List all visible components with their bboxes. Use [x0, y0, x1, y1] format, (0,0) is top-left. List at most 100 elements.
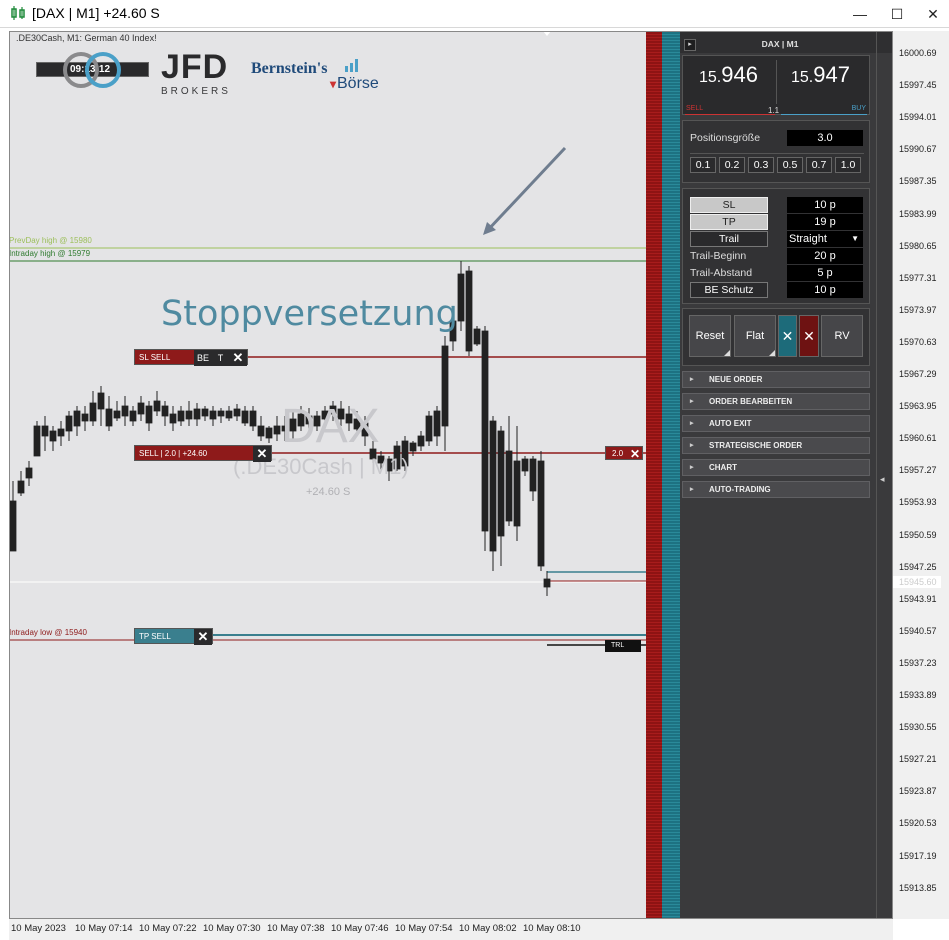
sl-value-input[interactable]: 10 p — [787, 197, 863, 213]
sl-sell-tag[interactable]: SL SELL BE T ✕ — [134, 349, 248, 366]
candle-body — [409, 442, 417, 452]
window-title: [DAX | M1] +24.60 S — [32, 5, 160, 21]
reverse-button[interactable]: RV — [821, 315, 863, 357]
price-tick-label: 15933.89 — [899, 690, 937, 700]
section-auto-exit[interactable]: ▸ AUTO EXIT — [682, 415, 870, 432]
price-tick-label: 15950.59 — [899, 529, 937, 540]
price-tick-label: 15983.99 — [899, 208, 937, 219]
right-size-tag[interactable]: 2.0 ✕ — [605, 446, 643, 461]
be-protection-input[interactable]: 10 p — [787, 282, 863, 298]
candle-body — [169, 413, 177, 424]
price-tick-label: 15943.91 — [899, 593, 937, 604]
candle-body — [137, 402, 145, 415]
candle-body — [225, 410, 233, 419]
time-tick-label: 10 May 07:38 — [267, 923, 325, 934]
be-button[interactable]: BE — [194, 350, 212, 366]
candle-body — [537, 460, 545, 567]
price-tick-label: 15937.23 — [899, 657, 937, 668]
quick-size-0-3[interactable]: 0.3 — [748, 157, 774, 173]
quote-box: 15.946 15.947 SELL 1.1 BUY — [682, 55, 870, 115]
price-tick-label: 15940.57 — [899, 625, 937, 636]
trail-toggle-button[interactable]: Trail — [690, 231, 768, 247]
time-tick-label: 10 May 07:46 — [331, 923, 389, 934]
maximize-button[interactable]: ☐ — [882, 4, 912, 24]
tp-sell-tag[interactable]: TP SELL ✕ — [134, 628, 213, 645]
quick-size-0-2[interactable]: 0.2 — [719, 157, 745, 173]
flat-corner-icon — [769, 350, 775, 356]
close-button[interactable]: ✕ — [918, 4, 948, 24]
tp-toggle-button[interactable]: TP — [690, 214, 768, 230]
panel-header: ▸ DAX | M1 — [680, 31, 893, 53]
candle-body — [89, 402, 97, 422]
price-tick-label: 15997.45 — [899, 80, 937, 91]
section-chart[interactable]: ▸ CHART — [682, 459, 870, 476]
candle-body — [465, 270, 473, 352]
sell-close-icon[interactable]: ✕ — [253, 446, 271, 462]
price-axis[interactable]: 16000.69 15997.45 15994.01 15990.67 15987.35… — [893, 31, 949, 919]
bernstein-logo-text: Bernstein's — [251, 60, 328, 77]
section-neue-order[interactable]: ▸ NEUE ORDER — [682, 371, 870, 388]
price-tick-label: 15957.27 — [899, 465, 937, 476]
time-tick-label: 10 May 07:14 — [75, 923, 133, 934]
position-size-label: Positionsgröße — [690, 132, 761, 144]
quick-size-0-5[interactable]: 0.5 — [777, 157, 803, 173]
candle-body — [105, 408, 113, 427]
quick-size-0-7[interactable]: 0.7 — [806, 157, 832, 173]
bid-quote[interactable]: 15.946 — [699, 62, 792, 88]
time-tick-label: 10 May 08:02 — [459, 923, 517, 934]
sl-toggle-button[interactable]: SL — [690, 197, 768, 213]
watermark-pl: +24.60 S — [306, 486, 351, 498]
close-buy-button[interactable]: ✕ — [778, 315, 797, 357]
panel-side-arrow-icon[interactable]: ◂ — [880, 474, 885, 485]
candle-body — [265, 427, 273, 439]
window-titlebar: [DAX | M1] +24.60 S — ☐ ✕ — [0, 0, 949, 28]
section-auto-trading[interactable]: ▸ AUTO-TRADING — [682, 481, 870, 498]
trail-begin-input[interactable]: 20 p — [787, 248, 863, 264]
sell-entry-tag[interactable]: SELL | 2.0 | +24.60 ✕ — [134, 445, 272, 462]
panel-title: DAX | M1 — [761, 39, 799, 49]
sell-depth-stripe — [646, 31, 662, 919]
time-tick-label: 10 May 08:10 — [523, 923, 581, 934]
time-tick-label: 10 May 07:54 — [395, 923, 453, 934]
sell-underline — [685, 114, 775, 115]
be-protection-button[interactable]: BE Schutz — [690, 282, 768, 298]
t-button[interactable]: T — [212, 350, 229, 366]
bernstein-logo-text-2: Börse — [337, 75, 379, 92]
candle-body — [65, 415, 73, 432]
candle-body — [273, 425, 281, 435]
price-tick-label: 15947.25 — [899, 561, 937, 572]
annotation-arrow-shaft — [485, 146, 567, 233]
price-tick-label: 15980.65 — [899, 240, 937, 251]
price-tick-label: 15963.95 — [899, 401, 937, 412]
trl-label: TRL — [611, 642, 625, 649]
tp-value-input[interactable]: 19 p — [787, 214, 863, 230]
section-order-bearbeiten[interactable]: ▸ ORDER BEARBEITEN — [682, 393, 870, 410]
chevron-down-icon: ▼ — [851, 234, 859, 243]
trail-mode-select[interactable]: Straight ▼ — [787, 231, 863, 247]
minimize-button[interactable]: — — [845, 4, 875, 24]
candle-body — [81, 413, 89, 422]
candle-body — [201, 408, 209, 417]
right-close-icon[interactable]: ✕ — [628, 447, 642, 461]
sl-close-icon[interactable]: ✕ — [229, 350, 247, 366]
ask-value: 947 — [813, 62, 850, 87]
quick-size-0-1[interactable]: 0.1 — [690, 157, 716, 173]
tp-close-icon[interactable]: ✕ — [194, 629, 212, 645]
candle-body — [473, 328, 481, 345]
time-axis[interactable]: 10 May 2023 10 May 07:14 10 May 07:22 10 Ma… — [9, 919, 893, 940]
candle-body — [241, 410, 249, 424]
close-sell-button[interactable]: ✕ — [799, 315, 819, 357]
trl-tag: TRL — [605, 640, 641, 652]
ask-quote[interactable]: 15.947 — [791, 62, 884, 88]
candle-body — [193, 408, 201, 420]
candle-body — [41, 425, 49, 437]
position-size-input[interactable]: 3.0 — [787, 130, 863, 146]
risk-settings-box: SL 10 p TP 19 p Trail Straight ▼ Trail-B… — [682, 188, 870, 304]
candle-body — [529, 458, 537, 492]
trail-distance-input[interactable]: 5 p — [787, 265, 863, 281]
shift-marker — [543, 31, 551, 36]
section-strategische-order[interactable]: ▸ STRATEGISCHE ORDER — [682, 437, 870, 454]
expand-arrow-icon: ▸ — [690, 486, 694, 493]
quick-size-1-0[interactable]: 1.0 — [835, 157, 861, 173]
section-label: ORDER BEARBEITEN — [709, 397, 793, 406]
